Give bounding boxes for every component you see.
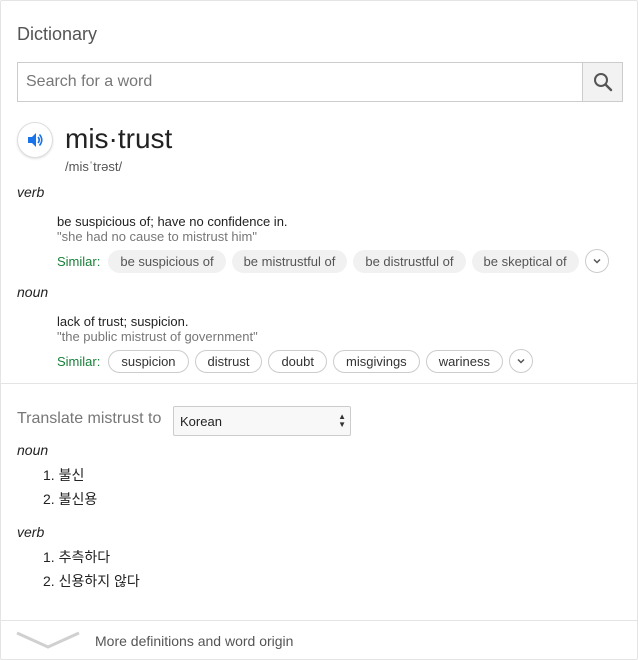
dictionary-card: Dictionary mis·trust /misˈtrəst/ verb be… [0,0,638,660]
chevron-down-icon [16,631,80,649]
definition-verb: be suspicious of; have no confidence in. [57,214,288,229]
pos-noun: noun [17,284,49,300]
phonetic: /misˈtrəst/ [65,159,123,174]
search-input[interactable] [18,63,574,101]
pos-verb: verb [17,184,45,200]
translation-list-noun: 1. 불신 2. 불신용 [43,463,97,511]
translation-item: 2. 신용하지 않다 [43,573,140,589]
example-verb: "she had no cause to mistrust him" [57,229,257,244]
translate-pos-noun: noun [17,442,49,458]
translation-item: 1. 추측하다 [43,549,111,565]
similar-chip[interactable]: suspicion [108,349,189,373]
search-box [17,62,623,102]
chevron-down-icon [593,258,601,264]
expand-similar-button[interactable] [508,349,533,373]
pronunciation-audio-button[interactable] [17,122,53,158]
definition-noun: lack of trust; suspicion. [57,314,189,329]
similar-chip[interactable]: distrust [194,349,263,373]
translate-pos-verb: verb [17,524,45,540]
translation-item: 1. 불신 [43,467,85,483]
similar-chip[interactable]: be skeptical of [471,249,579,273]
similar-row-verb: Similar: be suspicious of be mistrustful… [57,249,609,273]
card-title: Dictionary [17,24,98,44]
similar-chip[interactable]: be mistrustful of [231,249,348,273]
similar-label: Similar: [57,253,101,269]
headword: mis·trust [65,123,173,154]
divider [1,620,637,621]
language-select[interactable]: Korean ▲ ▼ [173,406,351,436]
search-button[interactable] [582,63,622,101]
similar-chip[interactable]: doubt [268,349,327,373]
language-value: Korean [180,414,222,429]
similar-row-noun: Similar: suspicion distrust doubt misgiv… [57,349,533,373]
search-icon [593,73,612,92]
similar-label: Similar: [57,353,101,369]
translation-list-verb: 1. 추측하다 2. 신용하지 않다 [43,545,140,593]
select-arrows-icon: ▲ ▼ [338,412,346,429]
similar-chip[interactable]: be distrustful of [353,249,466,273]
more-definitions-chevron[interactable] [15,627,81,651]
translate-label: Translate mistrust to [17,410,162,427]
speaker-icon [28,133,43,147]
divider [1,383,637,384]
example-noun: "the public mistrust of government" [57,329,258,344]
similar-chip[interactable]: misgivings [333,349,420,373]
translation-item: 2. 불신용 [43,491,98,507]
expand-similar-button[interactable] [584,249,609,273]
similar-chip[interactable]: wariness [425,349,503,373]
similar-chip[interactable]: be suspicious of [108,249,226,273]
chevron-down-icon [517,358,525,364]
more-definitions-link[interactable]: More definitions and word origin [95,633,293,649]
